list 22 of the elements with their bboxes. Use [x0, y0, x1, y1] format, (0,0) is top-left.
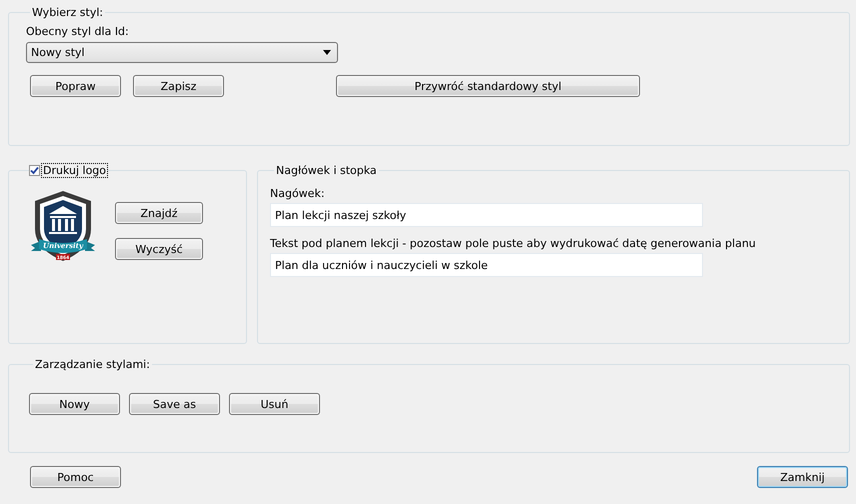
style-dropdown[interactable]: Nowy styl — [26, 42, 338, 63]
field-label: Obecny styl dla Id: — [26, 25, 130, 39]
action-button[interactable]: Zapisz — [133, 75, 224, 97]
field-label: Tekst pod planem lekcji - pozostaw pole puste aby wydrukować datę generowania planu — [270, 237, 757, 251]
group-title: Wybierz styl: — [31, 6, 104, 19]
action-button[interactable]: Popraw — [30, 75, 121, 97]
checkbox-label: Drukuj logo — [42, 164, 108, 177]
text-field[interactable]: Plan lekcji naszej szkoły — [270, 203, 703, 227]
dropdown-arrow-icon — [323, 50, 331, 55]
logo-button[interactable]: Znajdź — [115, 202, 203, 224]
reset-style-button[interactable]: Przywróć standardowy styl — [336, 75, 640, 97]
manage-button[interactable]: Nowy — [29, 393, 120, 415]
manage-button[interactable]: Save as — [129, 393, 220, 415]
logo-button[interactable]: Wyczyść — [115, 238, 203, 260]
close-button[interactable]: Zamknij — [757, 466, 848, 488]
manage-button[interactable]: Usuń — [229, 393, 320, 415]
group-title: Nagłówek i stopka — [275, 164, 378, 177]
text-field[interactable]: Plan dla uczniów i nauczycieli w szkole — [270, 253, 703, 277]
field-label: Nagówek: — [270, 187, 326, 201]
help-button[interactable]: Pomoc — [30, 466, 121, 488]
group-title: Zarządzanie stylami: — [34, 358, 151, 371]
print-logo-checkbox[interactable] — [29, 165, 40, 176]
